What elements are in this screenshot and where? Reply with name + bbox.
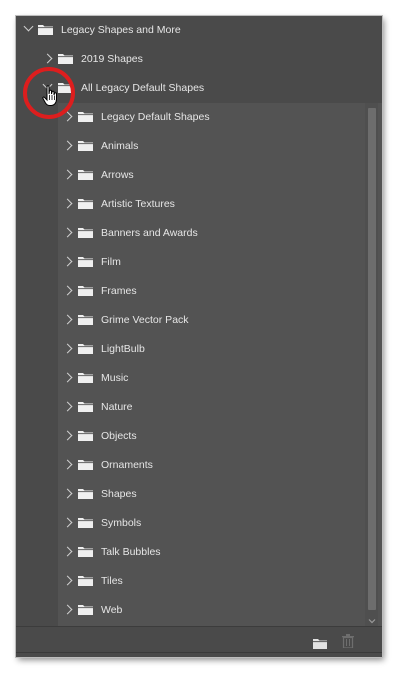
folder-icon <box>78 227 93 238</box>
footer-divider <box>16 652 382 653</box>
folder-icon <box>78 546 93 557</box>
tree-item-label: All Legacy Default Shapes <box>81 82 205 94</box>
tree-item-label: Music <box>101 372 129 384</box>
chevron-right-icon[interactable] <box>62 314 73 325</box>
folder-icon <box>78 198 93 209</box>
chevron-right-icon[interactable] <box>62 198 73 209</box>
chevron-right-icon[interactable] <box>62 227 73 238</box>
tree-item-label: Objects <box>101 430 137 442</box>
scroll-down-arrow-icon[interactable] <box>368 612 376 624</box>
chevron-right-icon[interactable] <box>62 575 73 586</box>
chevron-down-icon[interactable] <box>23 21 34 32</box>
tree-item-web[interactable]: Web <box>16 596 382 625</box>
tree-item-label: Legacy Shapes and More <box>61 24 181 36</box>
chevron-right-icon[interactable] <box>62 169 73 180</box>
tree-item-2019-shapes[interactable]: 2019 Shapes <box>16 45 382 74</box>
chevron-right-icon[interactable] <box>62 604 73 615</box>
trash-icon[interactable] <box>342 634 354 649</box>
tree-item-frames[interactable]: Frames <box>16 277 382 306</box>
folder-icon <box>58 82 73 93</box>
tree-item-label: Web <box>101 604 123 616</box>
tree-item-symbols[interactable]: Symbols <box>16 509 382 538</box>
folder-icon <box>78 256 93 267</box>
chevron-right-icon[interactable] <box>62 343 73 354</box>
tree-item-nature[interactable]: Nature <box>16 393 382 422</box>
chevron-right-icon[interactable] <box>62 372 73 383</box>
tree-item-label: Arrows <box>101 169 134 181</box>
tree-item-legacy-shapes-and-more[interactable]: Legacy Shapes and More <box>16 16 382 45</box>
tree-item-label: 2019 Shapes <box>81 53 143 65</box>
chevron-right-icon[interactable] <box>62 488 73 499</box>
tree-item-objects[interactable]: Objects <box>16 422 382 451</box>
tree-item-label: LightBulb <box>101 343 145 355</box>
folder-icon[interactable] <box>313 636 327 649</box>
tree-item-grime-vector-pack[interactable]: Grime Vector Pack <box>16 306 382 335</box>
scrollbar-thumb[interactable] <box>368 108 376 610</box>
chevron-right-icon[interactable] <box>62 517 73 528</box>
tree-item-label: Grime Vector Pack <box>101 314 189 326</box>
tree-item-label: Nature <box>101 401 133 413</box>
tree-item-tiles[interactable]: Tiles <box>16 567 382 596</box>
chevron-right-icon[interactable] <box>62 285 73 296</box>
chevron-right-icon[interactable] <box>62 256 73 267</box>
tree-item-label: Banners and Awards <box>101 227 198 239</box>
tree-item-banners-and-awards[interactable]: Banners and Awards <box>16 219 382 248</box>
tree-item-label: Talk Bubbles <box>101 546 161 558</box>
folder-icon <box>78 488 93 499</box>
tree-item-label: Symbols <box>101 517 142 529</box>
chevron-right-icon[interactable] <box>62 111 73 122</box>
folder-icon <box>78 401 93 412</box>
folder-icon <box>78 285 93 296</box>
shapes-tree: Legacy Shapes and More 2019 Shapes All L… <box>16 16 382 626</box>
tree-item-label: Artistic Textures <box>101 198 175 210</box>
folder-icon <box>78 111 93 122</box>
tree-item-label: Ornaments <box>101 459 153 471</box>
tree-item-music[interactable]: Music <box>16 364 382 393</box>
chevron-right-icon[interactable] <box>62 459 73 470</box>
folder-icon <box>78 140 93 151</box>
tree-item-lightbulb[interactable]: LightBulb <box>16 335 382 364</box>
tree-item-label: Tiles <box>101 575 123 587</box>
folder-icon <box>78 343 93 354</box>
folder-icon <box>78 314 93 325</box>
folder-icon <box>38 24 53 35</box>
tree-item-legacy-default-shapes[interactable]: Legacy Default Shapes <box>16 103 382 132</box>
tree-item-ornaments[interactable]: Ornaments <box>16 451 382 480</box>
shapes-panel: Legacy Shapes and More 2019 Shapes All L… <box>16 16 382 657</box>
panel-footer <box>16 626 382 657</box>
chevron-right-icon[interactable] <box>42 53 53 64</box>
tree-item-label: Film <box>101 256 121 268</box>
folder-icon <box>78 372 93 383</box>
folder-icon <box>58 53 73 64</box>
tree-item-arrows[interactable]: Arrows <box>16 161 382 190</box>
folder-icon <box>78 459 93 470</box>
tree-item-artistic-textures[interactable]: Artistic Textures <box>16 190 382 219</box>
folder-icon <box>78 430 93 441</box>
folder-icon <box>78 575 93 586</box>
tree-item-shapes[interactable]: Shapes <box>16 480 382 509</box>
tree-item-film[interactable]: Film <box>16 248 382 277</box>
tree-item-animals[interactable]: Animals <box>16 132 382 161</box>
tree-item-label: Animals <box>101 140 139 152</box>
folder-icon <box>78 169 93 180</box>
chevron-right-icon[interactable] <box>62 401 73 412</box>
tree-item-label: Frames <box>101 285 137 297</box>
tree-item-talk-bubbles[interactable]: Talk Bubbles <box>16 538 382 567</box>
tree-item-label: Legacy Default Shapes <box>101 111 210 123</box>
chevron-right-icon[interactable] <box>62 430 73 441</box>
tree-item-all-legacy-default-shapes[interactable]: All Legacy Default Shapes <box>16 74 382 103</box>
chevron-right-icon[interactable] <box>62 546 73 557</box>
chevron-down-icon[interactable] <box>42 79 53 90</box>
folder-icon <box>78 604 93 615</box>
chevron-right-icon[interactable] <box>62 140 73 151</box>
tree-item-label: Shapes <box>101 488 137 500</box>
folder-icon <box>78 517 93 528</box>
